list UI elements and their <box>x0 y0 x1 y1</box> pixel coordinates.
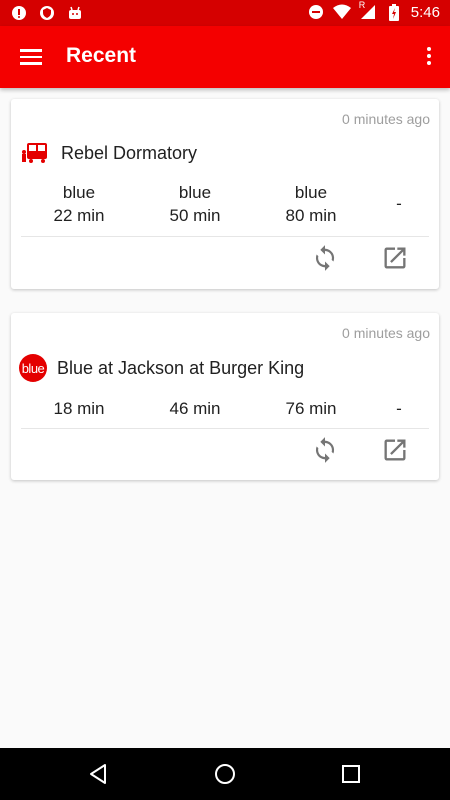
arrival-item: - <box>369 181 429 227</box>
back-icon[interactable] <box>87 762 111 786</box>
divider <box>21 428 429 429</box>
clock: 5:46 <box>410 3 440 21</box>
notification-icon <box>10 4 28 22</box>
status-bar: R 5:46 <box>0 0 450 26</box>
overflow-menu-icon[interactable] <box>424 44 434 70</box>
menu-icon[interactable] <box>18 45 44 69</box>
updated-time: 0 minutes ago <box>342 111 430 127</box>
signal-icon: R <box>358 0 377 21</box>
battery-icon <box>385 3 403 21</box>
wifi-icon <box>332 3 351 21</box>
refresh-icon[interactable] <box>311 436 339 464</box>
bus-icon <box>22 143 47 163</box>
arrival-time: - <box>396 399 402 418</box>
arrival-time: 46 min <box>169 399 221 418</box>
navigation-bar <box>0 748 450 800</box>
recents-icon[interactable] <box>339 762 363 786</box>
route-badge: blue <box>19 354 47 382</box>
app-bar: Recent <box>0 26 450 88</box>
arrival-item: blue 80 min <box>253 181 369 227</box>
arrival-item: blue 50 min <box>137 181 253 227</box>
arrival-time: - <box>396 194 402 213</box>
home-icon[interactable] <box>213 762 237 786</box>
updated-time: 0 minutes ago <box>342 325 430 341</box>
arrivals-list: blue 22 min blue 50 min blue 80 min - <box>21 181 429 227</box>
open-external-icon[interactable] <box>381 436 409 464</box>
refresh-icon[interactable] <box>311 244 339 272</box>
arrival-time: 22 min <box>53 206 105 225</box>
do-not-disturb-icon <box>307 3 325 21</box>
stop-card[interactable]: 0 minutes ago Rebel Dormatory blue 22 mi… <box>11 99 439 289</box>
divider <box>21 236 429 237</box>
android-icon <box>66 4 84 22</box>
route-label: blue <box>178 183 212 202</box>
open-external-icon[interactable] <box>381 244 409 272</box>
route-label: blue <box>62 183 96 202</box>
stop-card[interactable]: 0 minutes ago blue Blue at Jackson at Bu… <box>11 313 439 480</box>
arrival-time: 18 min <box>53 399 105 418</box>
roaming-label: R <box>358 0 366 10</box>
arrival-time: 80 min <box>285 206 337 225</box>
arrivals-list: 18 min 46 min 76 min - <box>21 397 429 420</box>
arrival-item: blue 22 min <box>21 181 137 227</box>
route-label: blue <box>294 183 328 202</box>
stop-name: Rebel Dormatory <box>61 142 198 163</box>
arrival-time: 50 min <box>169 206 221 225</box>
shield-icon <box>38 4 56 22</box>
arrival-time: 76 min <box>285 399 337 418</box>
stop-name: Blue at Jackson at Burger King <box>57 357 305 378</box>
page-title: Recent <box>66 44 137 67</box>
